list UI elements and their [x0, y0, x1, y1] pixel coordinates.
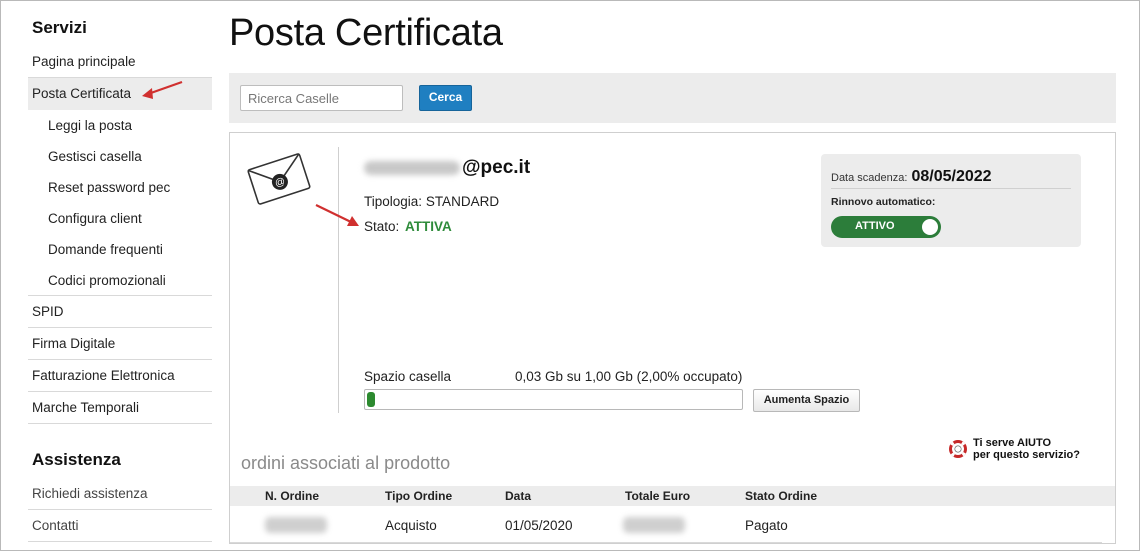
storage-label: Spazio casella — [364, 369, 452, 384]
toggle-label: ATTIVO — [855, 220, 895, 232]
sidebar-item-spid[interactable]: SPID — [28, 296, 212, 328]
status-value: ATTIVA — [405, 219, 452, 234]
column-header-order-number: N. Ordine — [265, 489, 320, 503]
redacted-order-number — [265, 517, 327, 533]
sidebar-subitem-gestisci-casella[interactable]: Gestisci casella — [28, 141, 212, 172]
auto-renew-label: Rinnovo automatico: — [831, 196, 936, 208]
sidebar-subitem-domande-frequenti[interactable]: Domande frequenti — [28, 234, 212, 265]
redacted-order-total — [623, 517, 685, 533]
orders-title: ordini associati al prodotto — [241, 453, 451, 473]
expiry-separator — [831, 188, 1071, 189]
mailbox-status: Stato: ATTIVA — [364, 219, 452, 234]
sidebar-heading-assistenza: Assistenza — [32, 450, 121, 469]
expiry-panel: Data scadenza: 08/05/2022 Rinnovo automa… — [821, 154, 1081, 247]
order-status: Pagato — [745, 518, 788, 533]
envelope-icon: @ — [247, 153, 311, 205]
column-header-order-type: Tipo Ordine — [385, 489, 453, 503]
expiry-date: 08/05/2022 — [911, 168, 992, 185]
help-link[interactable]: Ti serve AIUTO per questo servizio? — [943, 435, 1113, 465]
lifebuoy-icon — [949, 440, 967, 458]
sidebar-item-contatti[interactable]: Contatti — [28, 510, 212, 542]
sidebar-subitem-codici-promozionali[interactable]: Codici promozionali — [28, 265, 212, 296]
storage-progress-fill — [367, 392, 375, 407]
sidebar-subitem-leggi-posta[interactable]: Leggi la posta — [28, 110, 212, 141]
storage-value: 0,03 Gb su 1,00 Gb (2,00% occupato) — [515, 369, 743, 384]
sidebar-item-fatturazione[interactable]: Fatturazione Elettronica — [28, 360, 212, 392]
order-type: Acquisto — [385, 518, 437, 533]
type-value: STANDARD — [425, 194, 500, 209]
search-button[interactable]: Cerca — [419, 85, 472, 111]
search-input[interactable] — [240, 85, 403, 111]
mailbox-address: @pec.it — [364, 157, 530, 183]
search-bar: Cerca — [229, 73, 1116, 123]
column-header-total: Totale Euro — [625, 489, 691, 503]
annotation-arrow-status — [315, 204, 359, 226]
help-line-1: Ti serve AIUTO — [973, 437, 1052, 449]
increase-space-button[interactable]: Aumenta Spazio — [753, 389, 860, 412]
auto-renew-toggle[interactable]: ATTIVO — [831, 216, 941, 238]
sidebar-subitem-configura-client[interactable]: Configura client — [28, 203, 212, 234]
storage-progress-bar — [364, 389, 743, 410]
sidebar-item-marche-temporali[interactable]: Marche Temporali — [28, 392, 212, 424]
orders-table-header: N. Ordine Tipo Ordine Data Totale Euro S… — [230, 486, 1115, 506]
status-label: Stato: — [364, 219, 400, 234]
help-text: Ti serve AIUTO per questo servizio? — [973, 437, 1080, 461]
order-date: 01/05/2020 — [505, 518, 573, 533]
sidebar-item-firma-digitale[interactable]: Firma Digitale — [28, 328, 212, 360]
divider-line — [338, 147, 339, 413]
expiry-label: Data scadenza: — [831, 172, 908, 184]
annotation-arrow-sidebar — [142, 80, 183, 99]
expiry-label-row: Data scadenza: 08/05/2022 — [831, 168, 992, 186]
sidebar-item-richiedi-assistenza[interactable]: Richiedi assistenza — [28, 478, 212, 510]
mailbox-card: @ @pec.it Tipologia: STANDARD Stato: ATT… — [229, 132, 1116, 544]
page-title: Posta Certificata — [229, 12, 503, 54]
mailbox-type: Tipologia: STANDARD — [364, 194, 499, 209]
sidebar-subitem-reset-password[interactable]: Reset password pec — [28, 172, 212, 203]
sidebar-heading-servizi: Servizi — [32, 18, 87, 37]
sidebar-item-pagina-principale[interactable]: Pagina principale — [28, 46, 212, 78]
table-row[interactable]: Acquisto 01/05/2020 Pagato — [230, 506, 1102, 543]
type-label: Tipologia: — [364, 194, 423, 209]
toggle-knob — [922, 219, 938, 235]
help-line-2: per questo servizio? — [973, 449, 1080, 461]
mailbox-domain: @pec.it — [462, 157, 531, 178]
column-header-date: Data — [505, 489, 532, 503]
redacted-username — [364, 161, 460, 175]
column-header-status: Stato Ordine — [745, 489, 818, 503]
